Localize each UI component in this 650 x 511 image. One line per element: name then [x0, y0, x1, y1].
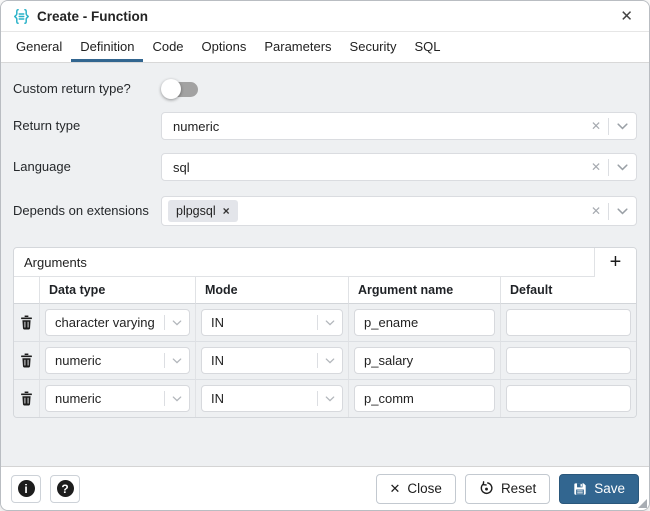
save-icon: [573, 482, 587, 496]
help-icon: ?: [57, 480, 74, 497]
mode-select[interactable]: IN: [201, 347, 343, 374]
arguments-table-header: Data type Mode Argument name Default: [14, 277, 636, 304]
chevron-down-icon[interactable]: [609, 208, 636, 215]
data-type-value: character varying: [55, 315, 164, 330]
data-type-select[interactable]: numeric: [45, 385, 190, 412]
mode-value: IN: [211, 353, 317, 368]
dialog-title: Create - Function: [37, 9, 148, 24]
clear-icon[interactable]: ✕: [584, 161, 608, 173]
chevron-down-icon[interactable]: [165, 320, 189, 326]
sql-help-button[interactable]: i: [11, 475, 41, 503]
tab-parameters[interactable]: Parameters: [255, 32, 340, 62]
default-value-input[interactable]: [506, 309, 631, 336]
data-type-value: numeric: [55, 353, 164, 368]
column-header-actions: [14, 277, 40, 304]
extension-chip-label: plpgsql: [176, 204, 216, 218]
delete-row-button[interactable]: [20, 391, 33, 406]
save-button-label: Save: [594, 481, 625, 496]
language-select[interactable]: sql ✕: [161, 153, 637, 181]
chevron-down-icon[interactable]: [165, 396, 189, 402]
dialog-footer: i ? ✕ Close Reset: [1, 466, 649, 510]
argument-name-input[interactable]: [354, 385, 495, 412]
chevron-down-icon[interactable]: [318, 358, 342, 364]
return-type-select[interactable]: numeric ✕: [161, 112, 637, 140]
argument-name-input[interactable]: [354, 309, 495, 336]
language-row: Language sql ✕: [13, 153, 637, 181]
tab-options[interactable]: Options: [193, 32, 256, 62]
resize-handle[interactable]: [638, 499, 647, 508]
language-label: Language: [13, 159, 161, 175]
close-button-label: Close: [407, 481, 442, 496]
add-argument-button[interactable]: +: [594, 248, 636, 277]
dialog-help-button[interactable]: ?: [50, 475, 80, 503]
definition-tab-content: Custom return type? Return type numeric …: [1, 63, 649, 466]
argument-row-3: numeric IN: [14, 380, 636, 417]
reset-button-label: Reset: [501, 481, 536, 496]
data-type-value: numeric: [55, 391, 164, 406]
return-type-value: numeric: [173, 119, 584, 134]
depends-on-extensions-row: Depends on extensions plpgsql × ✕: [13, 196, 637, 226]
tab-code[interactable]: Code: [143, 32, 192, 62]
chevron-down-icon[interactable]: [318, 396, 342, 402]
custom-return-type-label: Custom return type?: [13, 81, 161, 97]
clear-icon[interactable]: ✕: [584, 205, 608, 217]
chevron-down-icon[interactable]: [165, 358, 189, 364]
close-button[interactable]: ✕ Close: [376, 474, 456, 504]
tab-sql[interactable]: SQL: [406, 32, 450, 62]
chevron-down-icon[interactable]: [609, 164, 636, 171]
dialog-titlebar: Create - Function ✕: [1, 1, 649, 32]
arguments-panel: Arguments + Data type Mode Argument name…: [13, 247, 637, 418]
column-header-argument-name: Argument name: [349, 277, 501, 304]
language-value: sql: [173, 160, 584, 175]
return-type-label: Return type: [13, 118, 161, 134]
mode-select[interactable]: IN: [201, 309, 343, 336]
extension-chip: plpgsql ×: [168, 200, 238, 222]
function-icon: [13, 8, 30, 25]
return-type-row: Return type numeric ✕: [13, 112, 637, 140]
depends-on-extensions-select[interactable]: plpgsql × ✕: [161, 196, 637, 226]
mode-select[interactable]: IN: [201, 385, 343, 412]
argument-row-1: character varying IN: [14, 304, 636, 342]
chevron-down-icon[interactable]: [318, 320, 342, 326]
argument-name-input[interactable]: [354, 347, 495, 374]
delete-row-button[interactable]: [20, 315, 33, 330]
column-header-data-type: Data type: [40, 277, 196, 304]
dialog-close-icon[interactable]: ✕: [616, 7, 637, 26]
mode-value: IN: [211, 391, 317, 406]
create-function-dialog: Create - Function ✕ General Definition C…: [0, 0, 650, 511]
reset-icon: [479, 481, 494, 496]
save-button[interactable]: Save: [559, 474, 639, 504]
clear-icon[interactable]: ✕: [584, 120, 608, 132]
dialog-tabbar: General Definition Code Options Paramete…: [1, 32, 649, 63]
arguments-panel-title: Arguments: [14, 255, 594, 270]
delete-row-button[interactable]: [20, 353, 33, 368]
info-icon: i: [18, 480, 35, 497]
depends-on-extensions-label: Depends on extensions: [13, 203, 161, 219]
tab-security[interactable]: Security: [341, 32, 406, 62]
tab-general[interactable]: General: [7, 32, 71, 62]
tab-definition[interactable]: Definition: [71, 32, 143, 62]
close-x-icon: ✕: [390, 482, 401, 495]
default-value-input[interactable]: [506, 385, 631, 412]
custom-return-type-row: Custom return type?: [13, 75, 637, 103]
column-header-default: Default: [501, 277, 636, 304]
toggle-knob: [161, 79, 181, 99]
custom-return-type-toggle[interactable]: [161, 79, 201, 99]
column-header-mode: Mode: [196, 277, 349, 304]
data-type-select[interactable]: character varying: [45, 309, 190, 336]
arguments-panel-header: Arguments +: [14, 248, 636, 277]
chip-remove-icon[interactable]: ×: [223, 205, 230, 217]
mode-value: IN: [211, 315, 317, 330]
argument-row-2: numeric IN: [14, 342, 636, 380]
chevron-down-icon[interactable]: [609, 123, 636, 130]
reset-button[interactable]: Reset: [465, 474, 550, 504]
default-value-input[interactable]: [506, 347, 631, 374]
data-type-select[interactable]: numeric: [45, 347, 190, 374]
